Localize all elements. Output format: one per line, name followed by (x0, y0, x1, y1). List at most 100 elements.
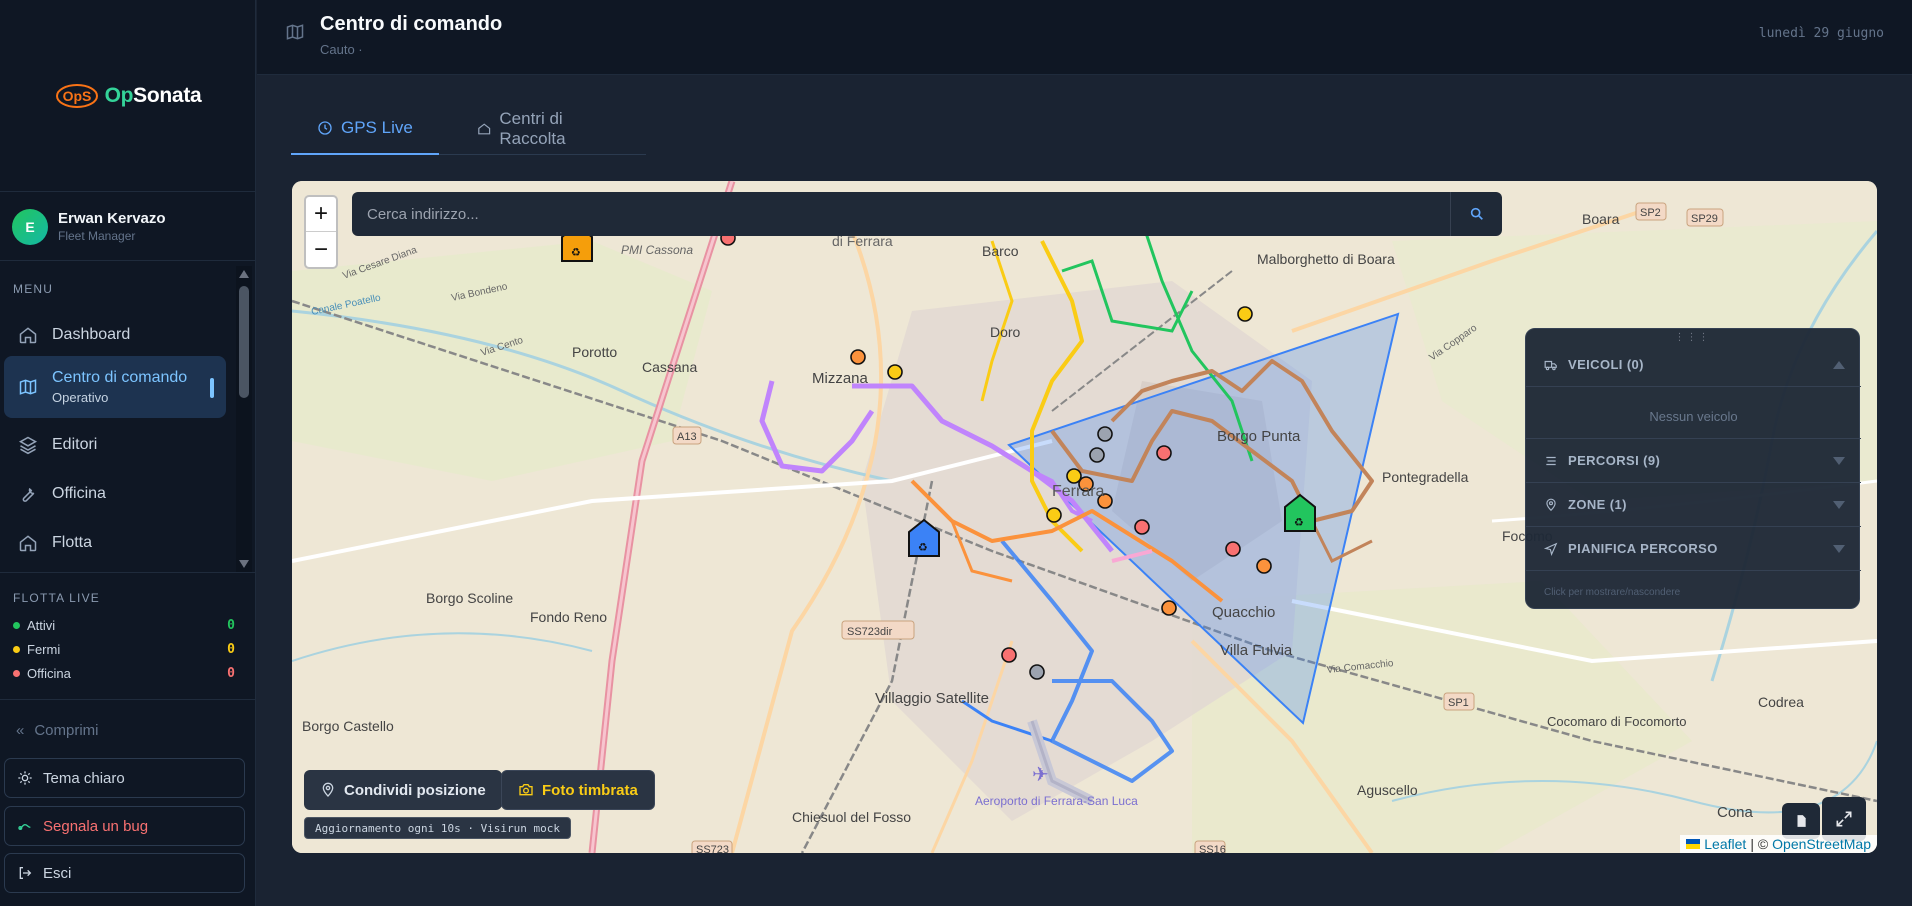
logout-button[interactable]: Esci (4, 853, 245, 893)
svg-text:OpS: OpS (62, 88, 91, 104)
home-icon (19, 327, 37, 344)
vehicle-marker-orange (1161, 600, 1177, 616)
section-plan-route-label: PIANIFICA PERCORSO (1568, 541, 1718, 556)
menu-label: MENU (13, 282, 54, 296)
share-position-label: Condividi posizione (344, 781, 486, 799)
fleet-row-count: 0 (227, 665, 235, 681)
svg-text:SS723dir: SS723dir (847, 626, 893, 638)
avatar: E (12, 208, 48, 245)
sidebar: OpS OpSonata E Erwan Kervazo Fleet Manag… (0, 0, 256, 906)
svg-text:Mizzana: Mizzana (812, 370, 869, 387)
osm-link[interactable]: OpenStreetMap (1772, 836, 1871, 852)
svg-text:Cona: Cona (1717, 804, 1754, 821)
section-zones[interactable]: ZONE (1) (1526, 483, 1861, 527)
vehicle-marker-yellow (887, 364, 903, 380)
address-search-input[interactable] (352, 192, 1450, 236)
scroll-thumb[interactable] (239, 286, 249, 398)
map-icon (286, 24, 304, 40)
fleet-row-count: 0 (227, 617, 235, 633)
svg-text:Chiesuol del Fosso: Chiesuol del Fosso (792, 809, 911, 825)
tab-label: Centri di Raccolta (499, 109, 566, 148)
panel-hint: Click per mostrare/nascondere (1544, 587, 1681, 598)
svg-text:Ferrara: Ferrara (1052, 483, 1105, 500)
ukraine-flag-icon (1686, 839, 1701, 849)
share-position-button[interactable]: Condividi posizione (304, 770, 502, 810)
scroll-up-arrow-icon[interactable] (239, 270, 249, 278)
document-button[interactable] (1782, 803, 1820, 839)
collapse-label: Comprimi (34, 722, 99, 739)
section-vehicles[interactable]: VEICOLI (0) (1526, 343, 1861, 387)
zoom-in-button[interactable]: + (306, 197, 336, 232)
zoom-out-button[interactable]: − (306, 232, 336, 267)
search-icon (1470, 207, 1483, 220)
vehicle-marker-red (1134, 519, 1150, 535)
sidebar-item-dashboard[interactable]: Dashboard (4, 312, 226, 358)
chevron-down-icon (1833, 500, 1845, 509)
scroll-down-arrow-icon[interactable] (239, 560, 249, 568)
section-routes[interactable]: PERCORSI (9) (1526, 439, 1861, 483)
airplane-icon: ✈ (1032, 764, 1049, 786)
drag-handle-icon[interactable]: ⋮⋮⋮ (1526, 332, 1859, 343)
collapse-button[interactable]: « Comprimi (16, 722, 99, 739)
fleet-row-attivi: Attivi 0 (13, 615, 235, 635)
report-bug-button[interactable]: Segnala un bug (4, 806, 245, 846)
fleet-live-label: FLOTTA LIVE (13, 591, 100, 605)
timestamped-photo-label: Foto timbrata (542, 781, 638, 799)
vehicle-marker-red (1001, 647, 1017, 663)
zoom-control: + − (304, 195, 338, 269)
sidebar-item-officina[interactable]: Officina (4, 471, 226, 517)
svg-text:Villa Fulvia: Villa Fulvia (1220, 642, 1293, 659)
clock-icon (318, 121, 332, 135)
sidebar-item-editori[interactable]: Editori (4, 422, 226, 468)
navigation-icon (1544, 542, 1558, 556)
wrench-icon (22, 487, 35, 502)
svg-text:SP1: SP1 (1448, 697, 1469, 709)
user-card[interactable]: E Erwan Kervazo Fleet Manager (0, 193, 256, 261)
user-role: Fleet Manager (58, 229, 136, 243)
address-search (352, 192, 1502, 236)
tab-gps-live[interactable]: GPS Live (291, 103, 439, 155)
svg-text:A13: A13 (677, 431, 697, 443)
status-dot (13, 669, 20, 677)
svg-text:Malborghetto di Boara: Malborghetto di Boara (1257, 251, 1395, 267)
section-vehicles-label: VEICOLI (0) (1568, 357, 1644, 372)
sidebar-item-flotta[interactable]: Flotta (4, 520, 226, 566)
svg-text:SP29: SP29 (1691, 213, 1718, 225)
svg-text:PMI Cassona: PMI Cassona (621, 243, 693, 257)
map-icon (19, 379, 37, 395)
logo[interactable]: OpS OpSonata (0, 0, 256, 192)
update-interval-note: Aggiornamento ogni 10s · Visirun mock (304, 817, 572, 839)
status-dot (13, 621, 20, 629)
gps-map[interactable]: ✈ ♻ ♻ ♻ Boara SP2 SP29 Malborghetto di B… (292, 181, 1877, 853)
expand-icon (1836, 811, 1852, 827)
menu-scrollbar[interactable] (236, 266, 252, 572)
svg-text:Quacchio: Quacchio (1212, 604, 1275, 621)
svg-text:SP2: SP2 (1640, 207, 1661, 219)
sidebar-item-label: Officina (52, 485, 106, 502)
sidebar-item-label: Flotta (52, 534, 93, 551)
sidebar-item-label: Dashboard (52, 326, 131, 343)
svg-text:Aeroporto di Ferrara-San Luca: Aeroporto di Ferrara-San Luca (975, 794, 1138, 808)
svg-text:♻: ♻ (918, 541, 928, 554)
search-button[interactable] (1450, 192, 1502, 236)
theme-toggle-button[interactable]: Tema chiaro (4, 758, 245, 798)
timestamped-photo-button[interactable]: Foto timbrata (501, 770, 655, 810)
report-bug-label: Segnala un bug (43, 817, 149, 835)
leaflet-link[interactable]: Leaflet (1704, 836, 1746, 852)
svg-text:♻: ♻ (1294, 516, 1304, 529)
sidebar-item-label: Centro di comando (52, 369, 188, 386)
svg-text:SS16: SS16 (1199, 844, 1226, 853)
svg-text:Aguscello: Aguscello (1357, 782, 1418, 798)
fleet-row-label: Attivi (27, 617, 56, 633)
vehicle-marker-yellow (1046, 507, 1062, 523)
page-title: Centro di comando (320, 13, 503, 35)
svg-text:Cocomaro di Focomorto: Cocomaro di Focomorto (1547, 714, 1686, 729)
vehicle-marker-gray (1089, 447, 1105, 463)
document-icon (1797, 815, 1806, 827)
svg-text:Pontegradella: Pontegradella (1382, 469, 1469, 485)
fleet-row-fermi: Fermi 0 (13, 639, 235, 659)
tab-centri-di-raccolta[interactable]: Centri di Raccolta (451, 103, 646, 155)
section-plan-route[interactable]: PIANIFICA PERCORSO (1526, 527, 1861, 571)
svg-text:Borgo Scoline: Borgo Scoline (426, 590, 513, 606)
sidebar-item-centro-di-comando[interactable]: Centro di comando Operativo (4, 356, 226, 418)
